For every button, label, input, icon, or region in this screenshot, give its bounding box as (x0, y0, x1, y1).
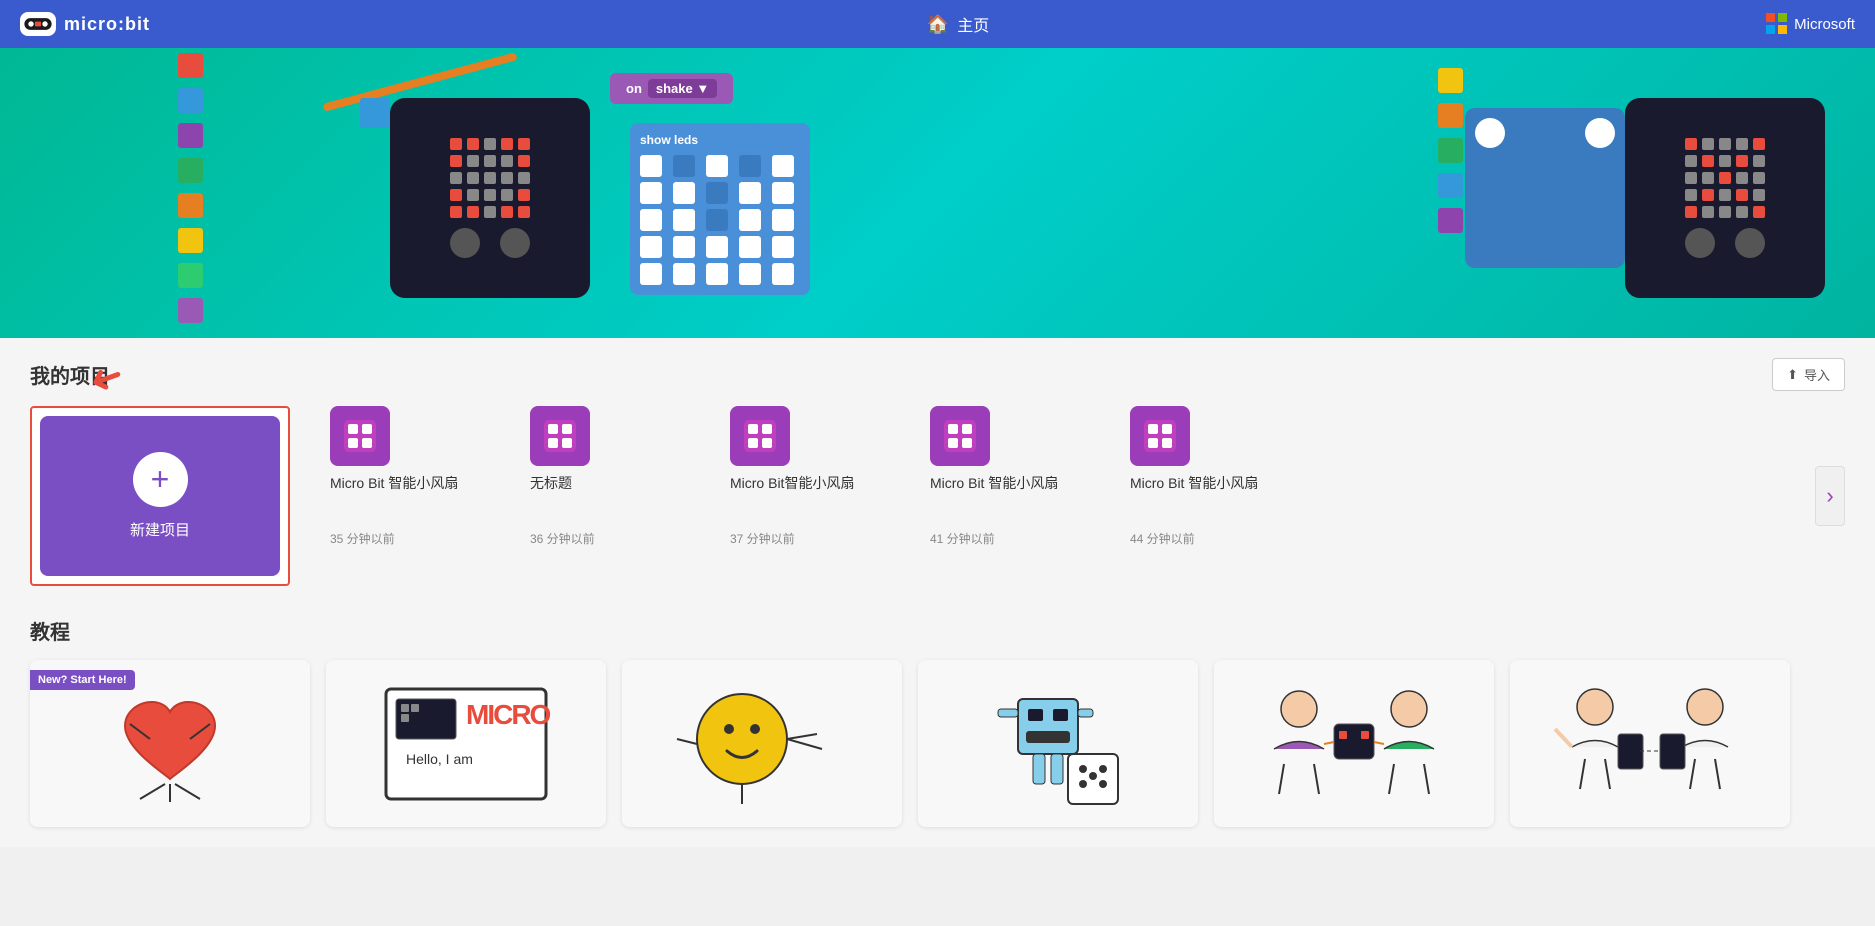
project-card[interactable]: 无标题 36 分钟以前 (530, 406, 700, 547)
svg-text:MICRO: MICRO (466, 699, 551, 730)
plus-icon: + (133, 452, 188, 507)
tutorial-card-smiley-buttons[interactable]: Smiley Buttons (622, 660, 902, 827)
hero-background: on shake ▼ show leds (0, 48, 1875, 338)
project-icon (330, 406, 390, 466)
tutorial-thumb (1510, 660, 1790, 827)
tutorials-title: 教程 (30, 616, 1845, 645)
project-time: 44 分钟以前 (1130, 530, 1300, 547)
project-time: 36 分钟以前 (530, 530, 700, 547)
project-card[interactable]: Micro Bit 智能小风扇 44 分钟以前 (1130, 406, 1300, 547)
project-icon (1130, 406, 1190, 466)
project-icon (930, 406, 990, 466)
new-project-container: + 新建项目 (30, 406, 290, 586)
project-time: 41 分钟以前 (930, 530, 1100, 547)
hero-block-blue (360, 98, 390, 128)
tutorials-row: New? Start Here! Flashing Heart (30, 660, 1845, 827)
hero-device-2 (1625, 98, 1825, 298)
projects-scroller: Micro Bit 智能小风扇 35 分钟以前 无标题 36 分钟以前 (310, 406, 1795, 547)
tutorial-thumb (622, 660, 902, 827)
project-icon (730, 406, 790, 466)
project-time: 35 分钟以前 (330, 530, 500, 547)
tutorial-thumb (918, 660, 1198, 827)
project-name: Micro Bit智能小风扇 (730, 474, 900, 492)
navbar: micro:bit 🏠 主页 Microsoft (0, 0, 1875, 48)
project-card[interactable]: Micro Bit 智能小风扇 41 分钟以前 (930, 406, 1100, 547)
project-card[interactable]: Micro Bit 智能小风扇 35 分钟以前 (330, 406, 500, 547)
hero-strip-left (165, 53, 215, 333)
hero-code-shake: on shake ▼ (610, 73, 733, 104)
hero-device-blue (1465, 108, 1625, 268)
navbar-right: Microsoft (1766, 13, 1855, 35)
hero-device-1 (390, 98, 590, 298)
new-project-label: 新建项目 (130, 519, 190, 540)
logo-text: micro:bit (64, 14, 150, 35)
tutorial-card-love-meter[interactable]: Love Meter (1214, 660, 1494, 827)
home-label: 主页 (957, 12, 989, 36)
tutorial-card-dice[interactable]: Dice (918, 660, 1198, 827)
navbar-home[interactable]: 🏠 主页 (927, 12, 989, 36)
logo-area[interactable]: micro:bit (20, 12, 150, 36)
tutorial-card-name-tag[interactable]: MICRO Hello, I am Name Tag (326, 660, 606, 827)
project-name: Micro Bit 智能小风扇 (1130, 474, 1300, 492)
tutorial-thumb: New? Start Here! (30, 660, 310, 827)
project-name: Micro Bit 智能小风扇 (930, 474, 1100, 492)
hero-leds-block: show leds (630, 123, 810, 295)
new-badge: New? Start Here! (30, 670, 135, 690)
tutorial-thumb (1214, 660, 1494, 827)
microbit-logo-icon (20, 12, 56, 36)
project-time: 37 分钟以前 (730, 530, 900, 547)
microsoft-logo[interactable]: Microsoft (1766, 13, 1855, 35)
my-projects-header: 我的项目 ⬆ 导入 (30, 358, 1845, 391)
tutorial-card-flashing-heart[interactable]: New? Start Here! Flashing Heart (30, 660, 310, 827)
tutorials-section: 教程 New? Start Here! Flashing Heart (30, 616, 1845, 827)
tutorial-thumb: MICRO Hello, I am (326, 660, 606, 827)
import-button[interactable]: ⬆ 导入 (1772, 358, 1845, 391)
hero-banner: on shake ▼ show leds (0, 48, 1875, 338)
microsoft-label: Microsoft (1794, 16, 1855, 33)
project-card[interactable]: Micro Bit智能小风扇 37 分钟以前 (730, 406, 900, 547)
project-name: 无标题 (530, 474, 700, 492)
import-icon: ⬆ (1787, 367, 1798, 383)
main-content: 我的项目 ⬆ 导入 ➜ + 新建项目 (0, 338, 1875, 847)
scroll-right-button[interactable]: › (1815, 466, 1845, 526)
tutorial-card-micro-chat[interactable]: Micro Chat (1510, 660, 1790, 827)
project-icon (530, 406, 590, 466)
project-name: Micro Bit 智能小风扇 (330, 474, 500, 492)
new-project-button[interactable]: + 新建项目 (40, 416, 280, 576)
home-icon: 🏠 (927, 14, 949, 35)
projects-row: ➜ + 新建项目 Micro B (30, 406, 1845, 586)
ms-squares-icon (1766, 13, 1788, 35)
svg-text:Hello, I am: Hello, I am (406, 751, 473, 767)
